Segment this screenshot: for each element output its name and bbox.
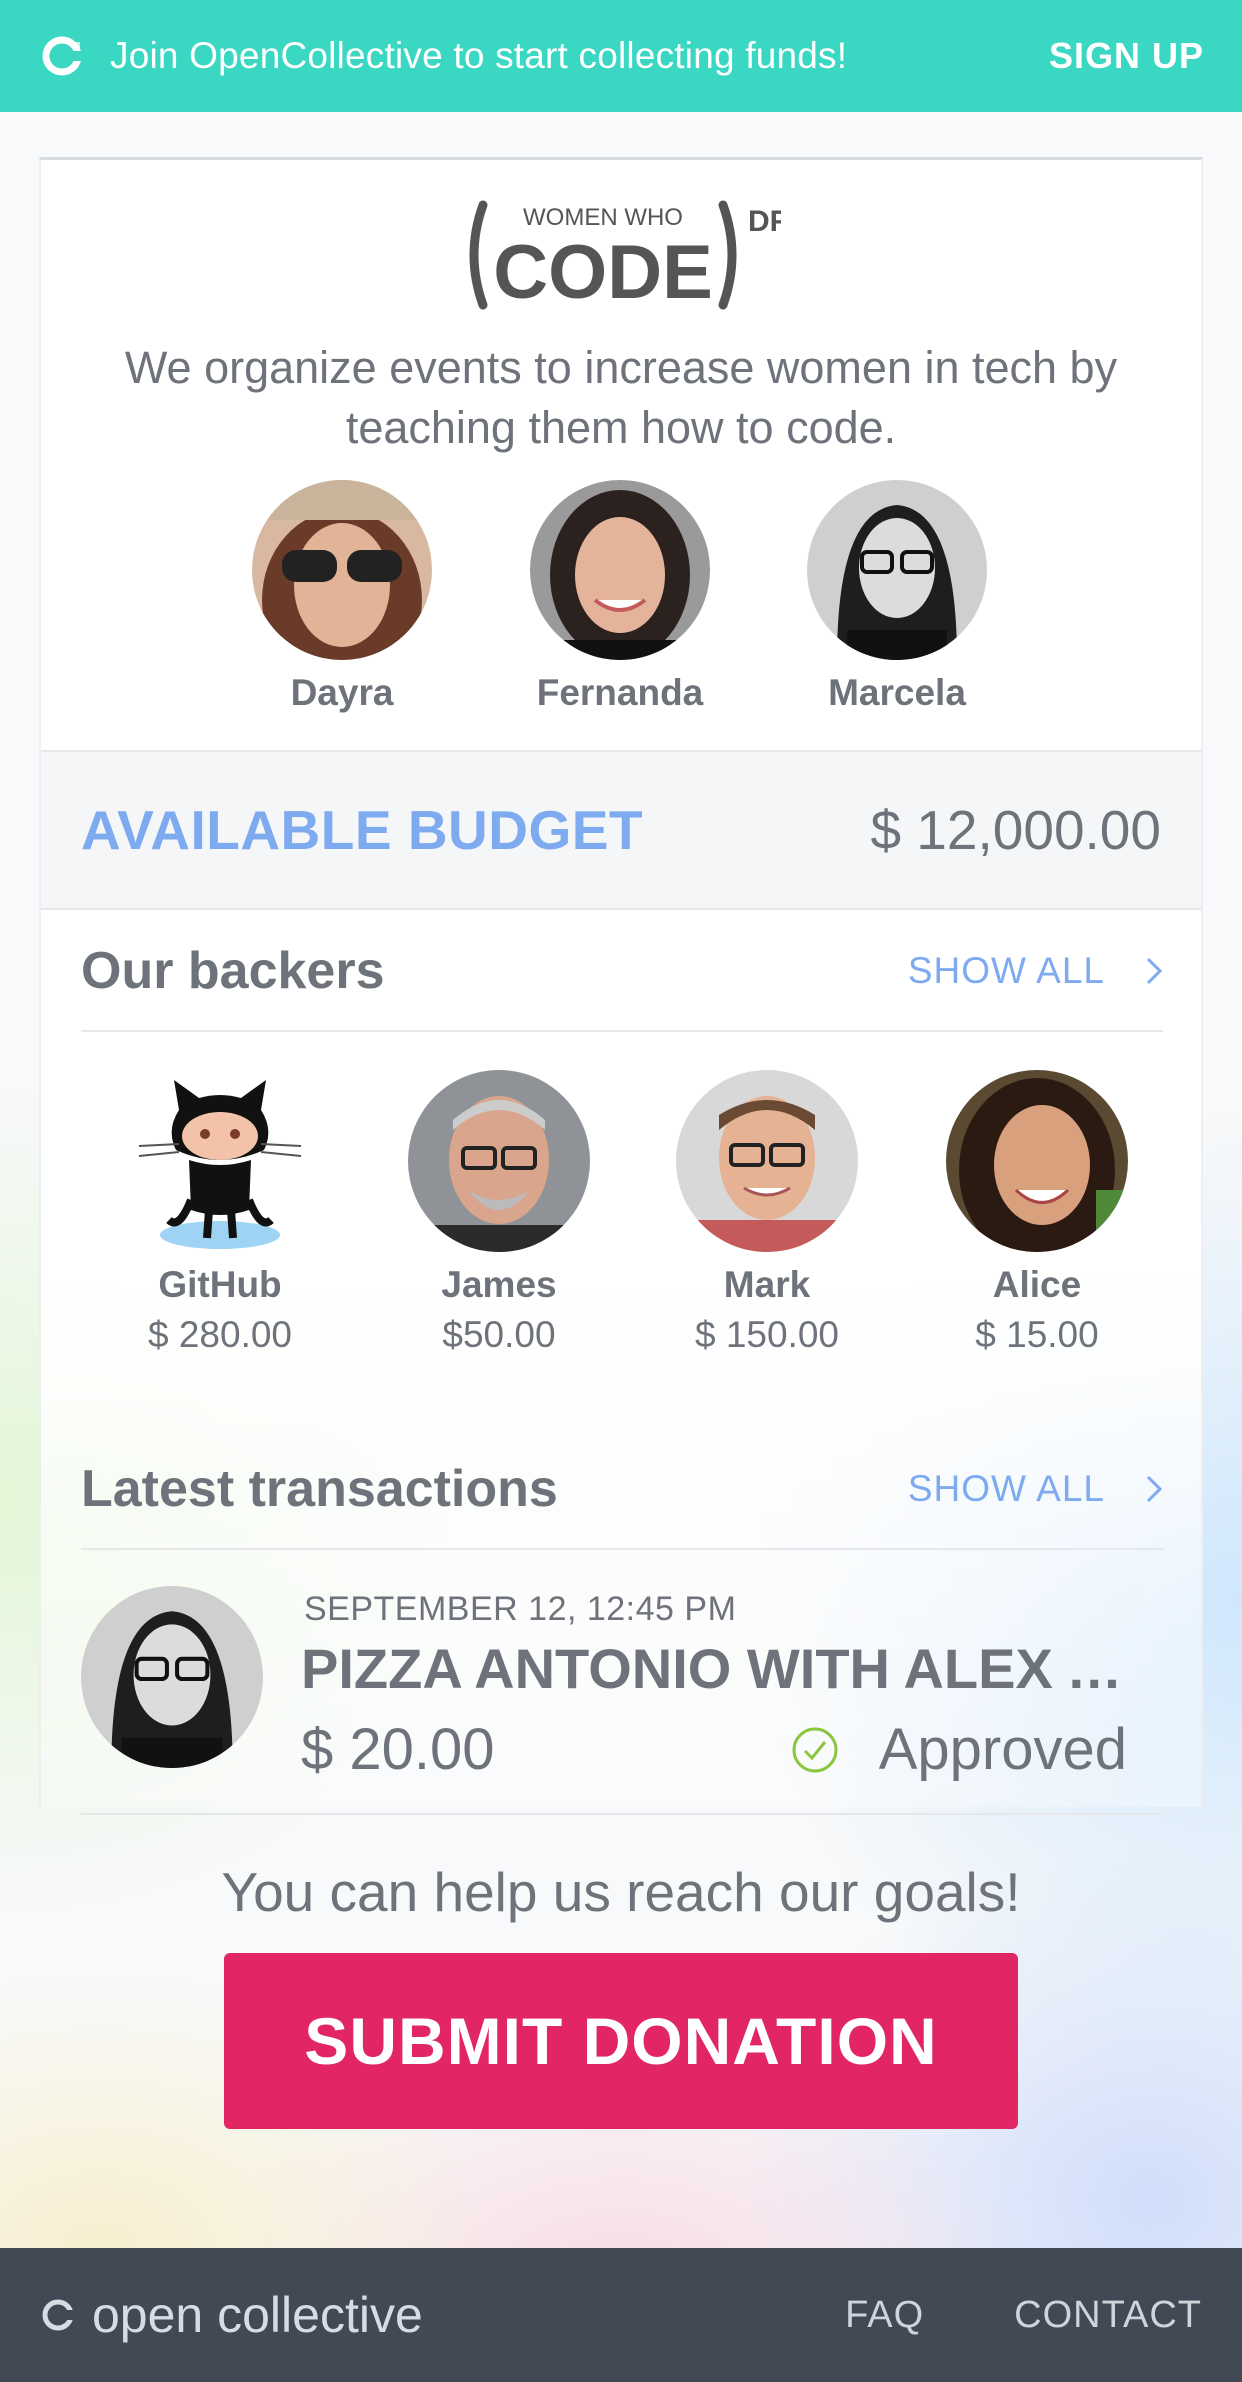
submit-donation-button[interactable]: SUBMIT DONATION: [224, 1953, 1018, 2129]
footer-link-faq[interactable]: FAQ: [845, 2294, 924, 2337]
transaction-amount: $ 20.00: [301, 1717, 495, 1782]
transactions-show-all-link[interactable]: SHOW ALL: [908, 1468, 1163, 1510]
backer-amount: $ 15.00: [975, 1314, 1099, 1355]
backer-name: James: [441, 1264, 557, 1305]
backer-name: Alice: [992, 1264, 1082, 1305]
member-name: Marcela: [828, 672, 966, 713]
status-label: Approved: [878, 1717, 1127, 1782]
collective-description: We organize events to increase women in …: [124, 342, 1118, 453]
avatar: [946, 1070, 1128, 1252]
show-all-label: SHOW ALL: [907, 950, 1105, 991]
backer-name: GitHub: [158, 1264, 282, 1305]
backer-mark[interactable]: Mark $ 150.00: [652, 1070, 882, 1356]
budget-label: AVAILABLE BUDGET: [81, 799, 644, 861]
opencollective-logo-icon: [42, 2299, 74, 2331]
banner-text: Join OpenCollective to start collecting …: [110, 35, 848, 76]
logo-suffix-text: DF: [748, 205, 781, 238]
available-budget: AVAILABLE BUDGET $ 12,000.00: [41, 750, 1201, 910]
transaction-date: SEPTEMBER 12, 12:45 PM: [304, 1590, 737, 1628]
women-who-code-logo: WOMEN WHO CODE DF: [469, 200, 781, 315]
core-members: Dayra Fernanda Marcela: [41, 480, 1201, 720]
member-name: Fernanda: [536, 672, 704, 713]
signup-banner: Join OpenCollective to start collecting …: [0, 0, 1242, 112]
footer-brand-text: open collective: [92, 2287, 423, 2343]
avatar: [252, 480, 432, 660]
backers-header: Our backers SHOW ALL: [81, 912, 1163, 1032]
signup-button[interactable]: SIGN UP: [1049, 35, 1204, 77]
backer-amount: $ 150.00: [694, 1314, 840, 1355]
member-marcela[interactable]: Marcela: [797, 480, 997, 714]
backer-alice[interactable]: Alice $ 15.00: [922, 1070, 1152, 1356]
budget-value: $ 12,000.00: [870, 799, 1161, 861]
backer-amount: $ 280.00: [147, 1314, 293, 1355]
backer-name: Mark: [723, 1264, 811, 1305]
footer: open collective FAQ CONTACT: [0, 2248, 1242, 2382]
github-octocat-icon: [129, 1070, 311, 1252]
avatar: [807, 480, 987, 660]
opencollective-logo-icon: [42, 36, 82, 76]
backers-title: Our backers: [81, 942, 385, 1000]
avatar: [530, 480, 710, 660]
collective-card: WOMEN WHO CODE DF We organize events to …: [39, 157, 1203, 1815]
help-goal-text: You can help us reach our goals!: [221, 1861, 1021, 1923]
member-dayra[interactable]: Dayra: [242, 480, 442, 714]
backers-show-all-link[interactable]: SHOW ALL: [908, 950, 1163, 992]
avatar: [81, 1586, 263, 1768]
transactions-header: Latest transactions SHOW ALL: [81, 1430, 1163, 1550]
footer-brand[interactable]: open collective: [40, 2286, 423, 2344]
member-fernanda[interactable]: Fernanda: [520, 480, 720, 714]
chevron-right-icon: [1146, 1475, 1163, 1503]
transaction-title: PIZZA ANTONIO WITH ALEX AND FRIENDS: [301, 1637, 1141, 1700]
transactions-title: Latest transactions: [81, 1460, 558, 1518]
backer-amount: $50.00: [442, 1314, 556, 1355]
logo-main-text: CODE: [493, 230, 713, 315]
avatar: [676, 1070, 858, 1252]
backer-james[interactable]: James $50.00: [384, 1070, 614, 1356]
show-all-label: SHOW ALL: [907, 1468, 1105, 1509]
approved-check-icon: [792, 1727, 838, 1772]
chevron-right-icon: [1146, 957, 1163, 985]
member-name: Dayra: [290, 672, 394, 713]
transaction-status: Approved: [791, 1716, 1127, 1783]
transaction-row[interactable]: SEPTEMBER 12, 12:45 PM PIZZA ANTONIO WIT…: [81, 1550, 1163, 1815]
footer-link-contact[interactable]: CONTACT: [1014, 2294, 1202, 2337]
backer-github[interactable]: GitHub $ 280.00: [105, 1070, 335, 1356]
avatar: [408, 1070, 590, 1252]
backers-list: GitHub $ 280.00 James $50.00 Mark $ 150.…: [41, 1070, 1201, 1370]
logo-top-text: WOMEN WHO: [523, 204, 683, 231]
